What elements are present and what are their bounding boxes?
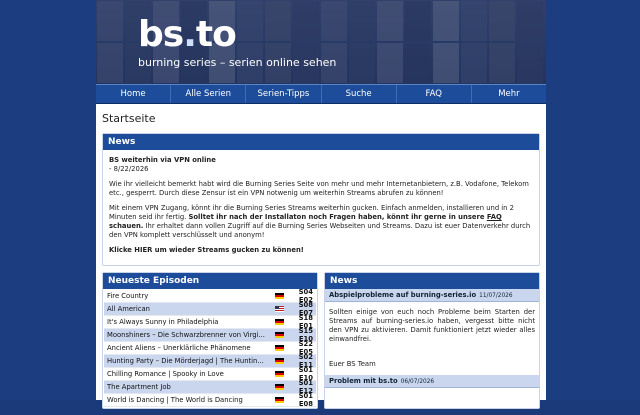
episode-row[interactable]: The Apartment Job S01 E12 [104,379,316,395]
nav-faq[interactable]: FAQ [397,85,472,103]
episode-title: World is Dancing | The World is Dancing [107,396,243,404]
news-paragraph-2: Mit einem VPN Zugang, könnt ihr die Burn… [109,204,531,239]
german-flag-icon [275,371,284,377]
content-area: Startseite News BS weiterhin via VPN onl… [96,104,546,415]
main-container: bs.to burning series – serien online seh… [96,0,546,409]
episode-row[interactable]: Hunting Party – Die Mörderjagd | The Hun… [104,353,316,369]
episode-row[interactable]: Moonshiners – Die Schwarzbrenner von Vir… [104,327,316,343]
side-news-box: News Abspielprobleme auf burning-series.… [324,272,540,409]
episode-title: Ancient Aliens – Unerklärliche Phänomene [107,344,251,352]
site-tagline: burning series – serien online sehen [138,56,337,69]
faq-link[interactable]: FAQ [487,213,502,221]
side-news-header: News [325,273,539,289]
news-header: News [103,134,539,150]
us-flag-icon [275,306,284,312]
episode-row[interactable]: World is Dancing | The World is Dancing S… [104,392,316,408]
episode-title: The Apartment Job [107,383,171,391]
german-flag-icon [275,332,284,338]
episode-title: All American [107,305,150,313]
side-news-item-title[interactable]: Abspielprobleme auf burning-series.io 11/… [325,289,539,302]
vpn-cta-link[interactable]: Klicke HIER um wieder Streams gucken zu … [109,246,533,255]
nav-suche[interactable]: Suche [322,85,397,103]
german-flag-icon [275,345,284,351]
episode-row[interactable]: Ancient Aliens – Unerklärliche Phänomene… [104,340,316,356]
news-paragraph-1: Wie ihr vielleicht bemerkt habt wird die… [109,180,529,197]
two-column-section: Neueste Episoden Fire Country S04 E02 All … [102,272,540,415]
german-flag-icon [275,384,284,390]
nav-serien-tipps[interactable]: Serien-Tipps [246,85,322,103]
side-news-item-title[interactable]: Problem mit bs.to 06/07/2026 [325,375,539,388]
page: bs.to burning series – serien online seh… [0,0,640,409]
main-nav: Home Alle Serien Serien-Tipps Suche FAQ … [96,84,546,104]
news-body: BS weiterhin via VPN online - 8/22/2026 … [103,150,539,265]
episode-code: S01 E08 [298,392,313,408]
nav-mehr[interactable]: Mehr [472,85,546,103]
german-flag-icon [275,397,284,403]
episode-row[interactable]: Fire Country S04 E02 [104,288,316,304]
news-box: News BS weiterhin via VPN online - 8/22/… [102,133,540,266]
episode-title: Hunting Party – Die Mörderjagd | The Hun… [107,357,264,365]
site-logo[interactable]: bs.to [138,14,237,55]
episodes-box: Neueste Episoden Fire Country S04 E02 All … [102,272,318,409]
nav-home[interactable]: Home [96,85,172,103]
german-flag-icon [275,319,284,325]
episode-title: Chilling Romance | Spooky in Love [107,370,224,378]
episodes-header: Neueste Episoden [103,273,317,289]
right-background [544,0,640,400]
header-banner: bs.to burning series – serien online seh… [96,0,546,84]
nav-alle-serien[interactable]: Alle Serien [171,85,247,103]
page-title: Startseite [102,112,156,125]
side-news-item-body: Sollten einige von euch noch Probleme be… [329,308,535,368]
german-flag-icon [275,293,284,299]
news-headline: BS weiterhin via VPN online [109,156,216,164]
episode-row[interactable]: It's Always Sunny in Philadelphia S18 E01 [104,314,316,330]
episode-title: Moonshiners – Die Schwarzbrenner von Vir… [107,331,265,339]
left-background [0,0,96,400]
episode-row[interactable]: Chilling Romance | Spooky in Love S01 E10 [104,366,316,382]
german-flag-icon [275,358,284,364]
news-date: - 8/22/2026 [109,165,149,173]
episode-title: It's Always Sunny in Philadelphia [107,318,219,326]
episode-title: Fire Country [107,292,149,300]
episode-row[interactable]: All American S08 E07 [104,301,316,317]
episode-list: Fire Country S04 E02 All American S08 E07 It… [103,288,317,408]
